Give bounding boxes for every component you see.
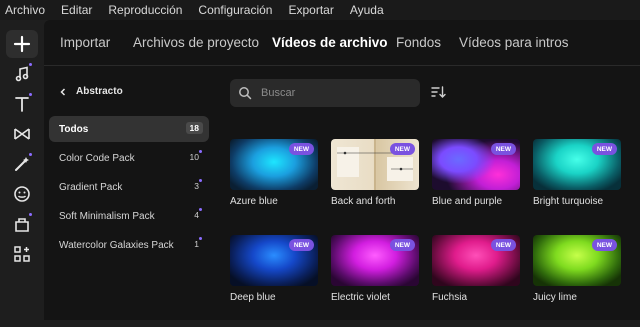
video-label: Bright turquoise <box>533 196 604 207</box>
apps-button[interactable] <box>6 240 38 268</box>
media-panel: Importar Archivos de proyecto Vídeos de … <box>44 20 640 320</box>
video-card-blue-and-purple[interactable]: NEW Blue and purple <box>432 139 520 207</box>
audio-button[interactable] <box>6 60 38 88</box>
transitions-icon <box>14 128 30 140</box>
search-input[interactable] <box>261 87 411 99</box>
category-count: 4 <box>194 210 199 220</box>
new-dot <box>199 179 202 182</box>
category-count: 10 <box>189 152 199 162</box>
new-dot <box>199 208 202 211</box>
left-rail <box>0 20 44 327</box>
category-label: Watercolor Galaxies Pack <box>59 239 174 251</box>
new-badge: NEW <box>591 143 617 155</box>
video-card-deep-blue[interactable]: NEW Deep blue <box>230 235 318 303</box>
text-icon <box>15 97 29 112</box>
category-item-soft-minimalism-pack[interactable]: Soft Minimalism Pack 4 <box>49 203 209 229</box>
tab-bar: Importar Archivos de proyecto Vídeos de … <box>44 20 640 66</box>
menu-archivo[interactable]: Archivo <box>5 3 45 17</box>
tab-videos-de-archivo[interactable]: Vídeos de archivo <box>272 35 388 50</box>
category-header: Abstracto <box>76 86 123 97</box>
music-icon <box>15 66 29 82</box>
category-list: Abstracto Todos 18 Color Code Pack 10 Gr… <box>44 66 214 320</box>
tab-importar[interactable]: Importar <box>60 35 110 50</box>
new-dot <box>29 93 32 96</box>
video-card-fuchsia[interactable]: NEW Fuchsia <box>432 235 520 303</box>
tab-archivos-de-proyecto[interactable]: Archivos de proyecto <box>133 35 259 50</box>
category-label: Todos <box>59 123 89 135</box>
new-dot <box>29 213 32 216</box>
search-icon <box>239 87 252 100</box>
text-button[interactable] <box>6 90 38 118</box>
category-count: 1 <box>194 239 199 249</box>
tab-fondos[interactable]: Fondos <box>396 35 441 50</box>
new-badge: NEW <box>389 239 415 251</box>
category-back-button[interactable]: Abstracto <box>58 86 123 97</box>
plus-icon <box>13 35 31 53</box>
new-badge: NEW <box>490 143 516 155</box>
new-dot <box>199 237 202 240</box>
video-label: Electric violet <box>331 292 390 303</box>
video-label: Back and forth <box>331 196 396 207</box>
new-dot <box>29 63 32 66</box>
category-item-todos[interactable]: Todos 18 <box>49 116 209 142</box>
video-card-bright-turquoise[interactable]: NEW Bright turquoise <box>533 139 621 207</box>
new-badge: NEW <box>490 239 516 251</box>
effects-button[interactable] <box>6 150 38 178</box>
import-button[interactable] <box>6 30 38 58</box>
bottom-divider <box>0 320 640 327</box>
video-thumbnail: NEW <box>331 235 419 286</box>
video-card-azure-blue[interactable]: NEW Azure blue <box>230 139 318 207</box>
new-badge: NEW <box>288 239 314 251</box>
sort-icon[interactable] <box>430 84 446 100</box>
video-card-back-and-forth[interactable]: NEW Back and forth <box>331 139 419 207</box>
category-count: 3 <box>194 181 199 191</box>
new-dot <box>199 150 202 153</box>
video-thumbnail: NEW <box>230 235 318 286</box>
category-label: Soft Minimalism Pack <box>59 210 155 222</box>
tab-videos-para-intros[interactable]: Vídeos para intros <box>459 35 569 50</box>
search-box <box>230 79 420 107</box>
menu-exportar[interactable]: Exportar <box>288 3 333 17</box>
new-dot <box>29 153 32 156</box>
chevron-left-icon <box>60 87 66 96</box>
menu-ayuda[interactable]: Ayuda <box>350 3 384 17</box>
category-label: Gradient Pack <box>59 181 123 193</box>
video-label: Fuchsia <box>432 292 468 303</box>
plugins-button[interactable] <box>6 210 38 238</box>
video-thumbnail: NEW <box>331 139 419 190</box>
sticker-icon <box>14 186 30 202</box>
transitions-button[interactable] <box>6 120 38 148</box>
video-thumbnail: NEW <box>432 235 520 286</box>
video-label: Juicy lime <box>533 292 577 303</box>
video-card-juicy-lime[interactable]: NEW Juicy lime <box>533 235 621 303</box>
video-thumbnail: NEW <box>533 139 621 190</box>
category-item-gradient-pack[interactable]: Gradient Pack 3 <box>49 174 209 200</box>
category-item-watercolor-galaxies-pack[interactable]: Watercolor Galaxies Pack 1 <box>49 232 209 258</box>
menu-configuracion[interactable]: Configuración <box>198 3 272 17</box>
video-thumbnail: NEW <box>432 139 520 190</box>
new-badge: NEW <box>288 143 314 155</box>
menu-bar: Archivo Editar Reproducción Configuració… <box>0 0 640 20</box>
effects-icon <box>15 157 29 171</box>
video-card-electric-violet[interactable]: NEW Electric violet <box>331 235 419 303</box>
video-label: Deep blue <box>230 292 276 303</box>
video-label: Azure blue <box>230 196 278 207</box>
category-label: Color Code Pack <box>59 152 135 164</box>
category-count: 18 <box>185 122 203 134</box>
video-label: Blue and purple <box>432 196 503 207</box>
new-badge: NEW <box>389 143 415 155</box>
apps-icon <box>14 246 30 262</box>
stickers-button[interactable] <box>6 180 38 208</box>
video-thumbnail: NEW <box>230 139 318 190</box>
new-badge: NEW <box>591 239 617 251</box>
category-item-color-code-pack[interactable]: Color Code Pack 10 <box>49 145 209 171</box>
menu-editar[interactable]: Editar <box>61 3 92 17</box>
plugins-icon <box>15 218 29 232</box>
video-thumbnail: NEW <box>533 235 621 286</box>
menu-reproduccion[interactable]: Reproducción <box>108 3 182 17</box>
